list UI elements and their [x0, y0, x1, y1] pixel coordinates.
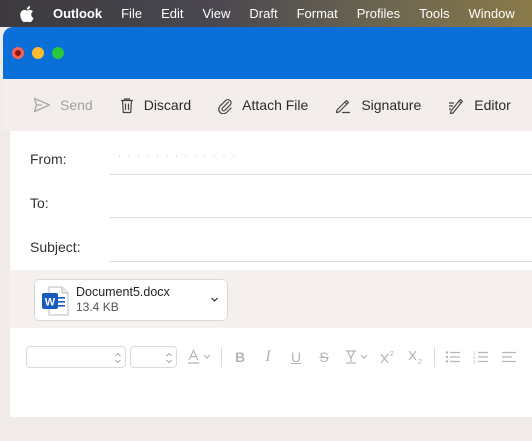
format-divider [434, 347, 435, 367]
menu-file[interactable]: File [121, 6, 142, 21]
strikethrough-icon[interactable]: S [310, 346, 338, 368]
attachment-card[interactable]: W Document5.docx 13.4 KB [34, 279, 228, 321]
menu-format[interactable]: Format [297, 6, 338, 21]
stepper-arrows-icon [115, 352, 121, 364]
subject-label: Subject: [30, 239, 81, 255]
window-title-bar [3, 27, 532, 79]
svg-text:2: 2 [418, 359, 422, 365]
attach-file-label: Attach File [242, 97, 309, 113]
svg-text:3: 3 [473, 360, 476, 365]
apple-icon[interactable] [20, 5, 34, 22]
discard-button[interactable]: Discard [119, 97, 191, 114]
numbered-list-icon[interactable]: 123 [467, 346, 495, 368]
from-divider [109, 174, 532, 175]
signature-button[interactable]: Signature [334, 97, 421, 114]
compose-pane: From: · · · · · · · · · · · · · To: Subj… [10, 131, 532, 417]
attachment-name: Document5.docx [76, 285, 170, 299]
menu-app-outlook[interactable]: Outlook [53, 6, 102, 21]
bulleted-list-icon[interactable] [439, 346, 467, 368]
zoom-window-button[interactable] [52, 47, 64, 59]
menu-profiles[interactable]: Profiles [357, 6, 400, 21]
editor-label: Editor [474, 97, 511, 113]
to-divider [109, 217, 532, 218]
underline-icon[interactable]: U [282, 346, 310, 368]
menu-view[interactable]: View [202, 6, 230, 21]
format-divider [221, 347, 222, 367]
send-icon [33, 97, 51, 113]
subscript-icon[interactable]: 2 [402, 346, 430, 368]
align-left-icon[interactable] [495, 346, 523, 368]
attachment-size: 13.4 KB [76, 300, 119, 314]
menu-window[interactable]: Window [468, 6, 514, 21]
minimize-window-button[interactable] [32, 47, 44, 59]
font-color-icon[interactable] [181, 346, 217, 368]
menu-draft[interactable]: Draft [249, 6, 277, 21]
to-label: To: [30, 195, 49, 211]
format-toolbar: B I U S 2 2 123 [26, 346, 532, 368]
from-label: From: [30, 151, 67, 167]
attach-file-button[interactable]: Attach File [217, 97, 308, 114]
stepper-arrows-icon [166, 352, 172, 364]
svg-text:2: 2 [390, 351, 394, 358]
discard-label: Discard [143, 97, 192, 113]
editor-button[interactable]: Editor [447, 97, 511, 114]
font-family-select[interactable] [26, 346, 126, 368]
signature-label: Signature [361, 97, 422, 113]
window-bottom-margin [0, 417, 532, 441]
send-label: Send [60, 97, 93, 113]
font-size-select[interactable] [130, 346, 177, 368]
bold-icon[interactable]: B [226, 346, 254, 368]
svg-text:W: W [45, 297, 56, 309]
menu-tools[interactable]: Tools [419, 6, 449, 21]
word-doc-icon: W [42, 286, 69, 316]
menu-edit[interactable]: Edit [161, 6, 183, 21]
trash-icon [120, 97, 133, 113]
mac-menu-bar: Outlook File Edit View Draft Format Prof… [0, 0, 532, 27]
editor-pen-icon [449, 98, 464, 114]
paperclip-icon [218, 98, 232, 114]
subject-input[interactable] [118, 235, 522, 257]
subject-divider [109, 261, 532, 262]
signature-pen-icon [336, 99, 351, 113]
chevron-down-icon[interactable] [210, 295, 219, 304]
from-field-redacted[interactable]: · · · · · · · · · · · · · [118, 151, 237, 161]
to-input[interactable] [118, 191, 522, 213]
compose-toolbar: Send Discard Attach File Signature Edito… [3, 79, 532, 131]
superscript-icon[interactable]: 2 [374, 346, 402, 368]
highlight-icon[interactable] [338, 346, 374, 368]
send-button[interactable]: Send [33, 97, 93, 113]
italic-icon[interactable]: I [254, 346, 282, 368]
attachment-well: W Document5.docx 13.4 KB [10, 270, 532, 328]
close-window-button[interactable] [12, 47, 24, 59]
